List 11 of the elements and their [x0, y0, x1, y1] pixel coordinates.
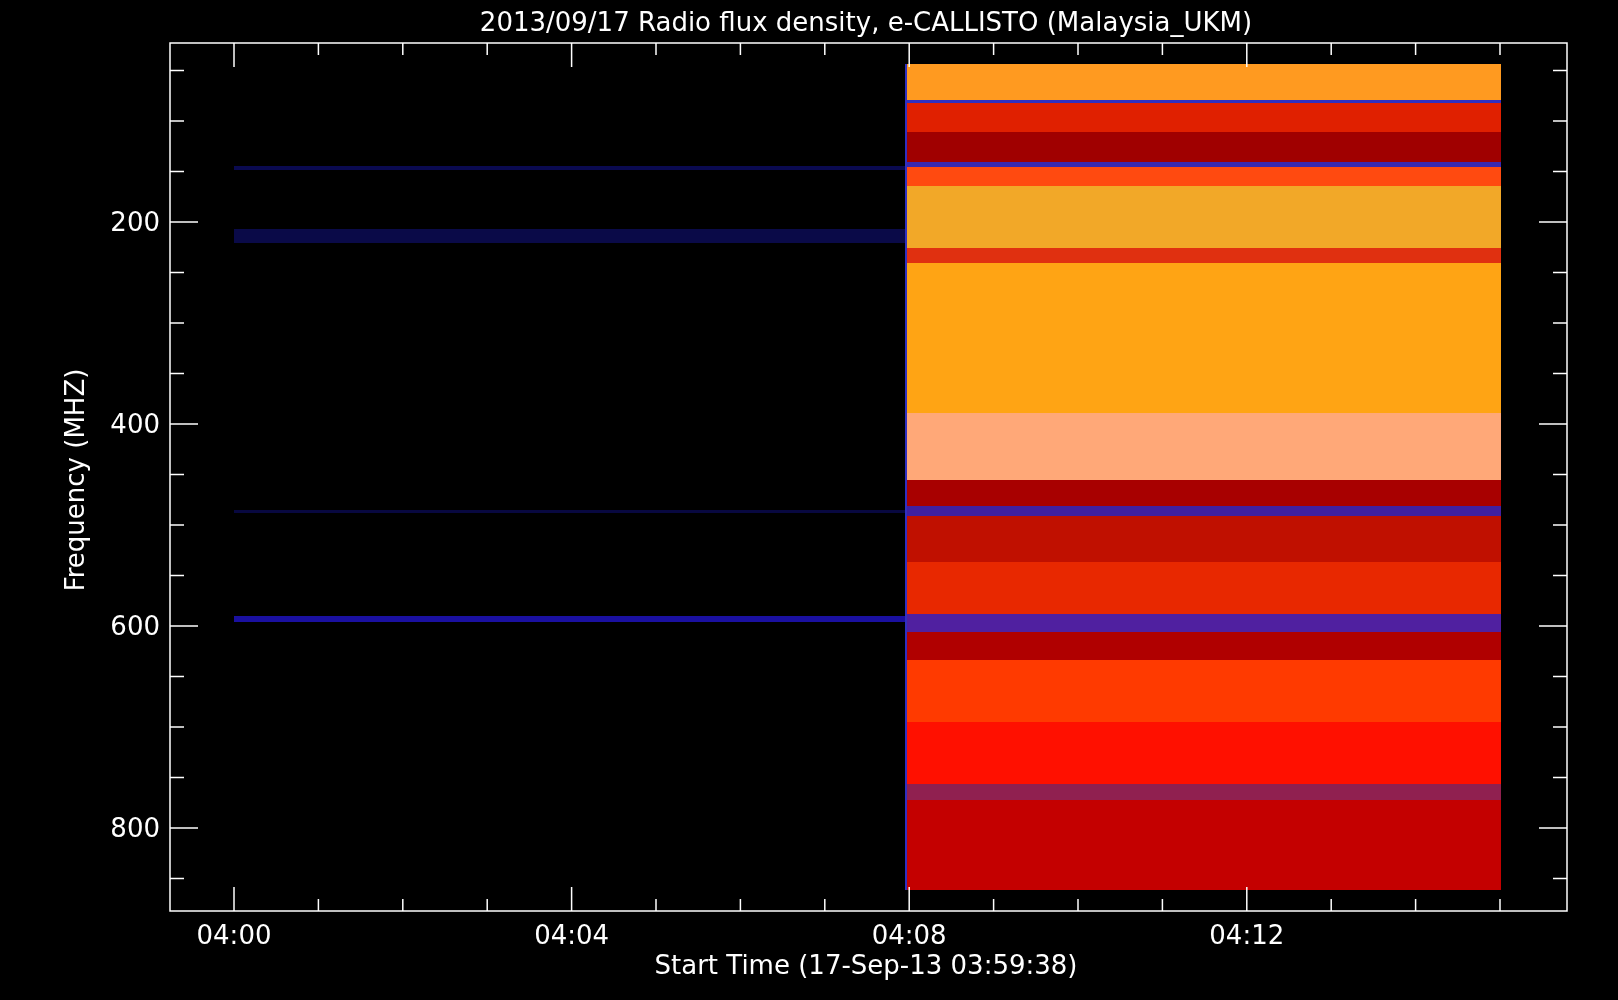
- y-tick-label: 200: [110, 207, 160, 237]
- y-tick-label: 600: [110, 611, 160, 641]
- x-axis-label: Start Time (17-Sep-13 03:59:38): [654, 950, 1078, 980]
- y-tick-label: 800: [110, 813, 160, 843]
- x-tick-label: 04:08: [871, 920, 947, 950]
- y-tick-label: 400: [110, 409, 160, 439]
- y-axis-label: Frequency (MHZ): [60, 368, 90, 592]
- x-tick-label: 04:00: [196, 920, 272, 950]
- chart-title: 2013/09/17 Radio flux density, e-CALLISTO (Malaysia_UKM): [479, 7, 1253, 37]
- x-tick-label: 04:12: [1209, 920, 1285, 950]
- x-tick-label: 04:04: [534, 920, 610, 950]
